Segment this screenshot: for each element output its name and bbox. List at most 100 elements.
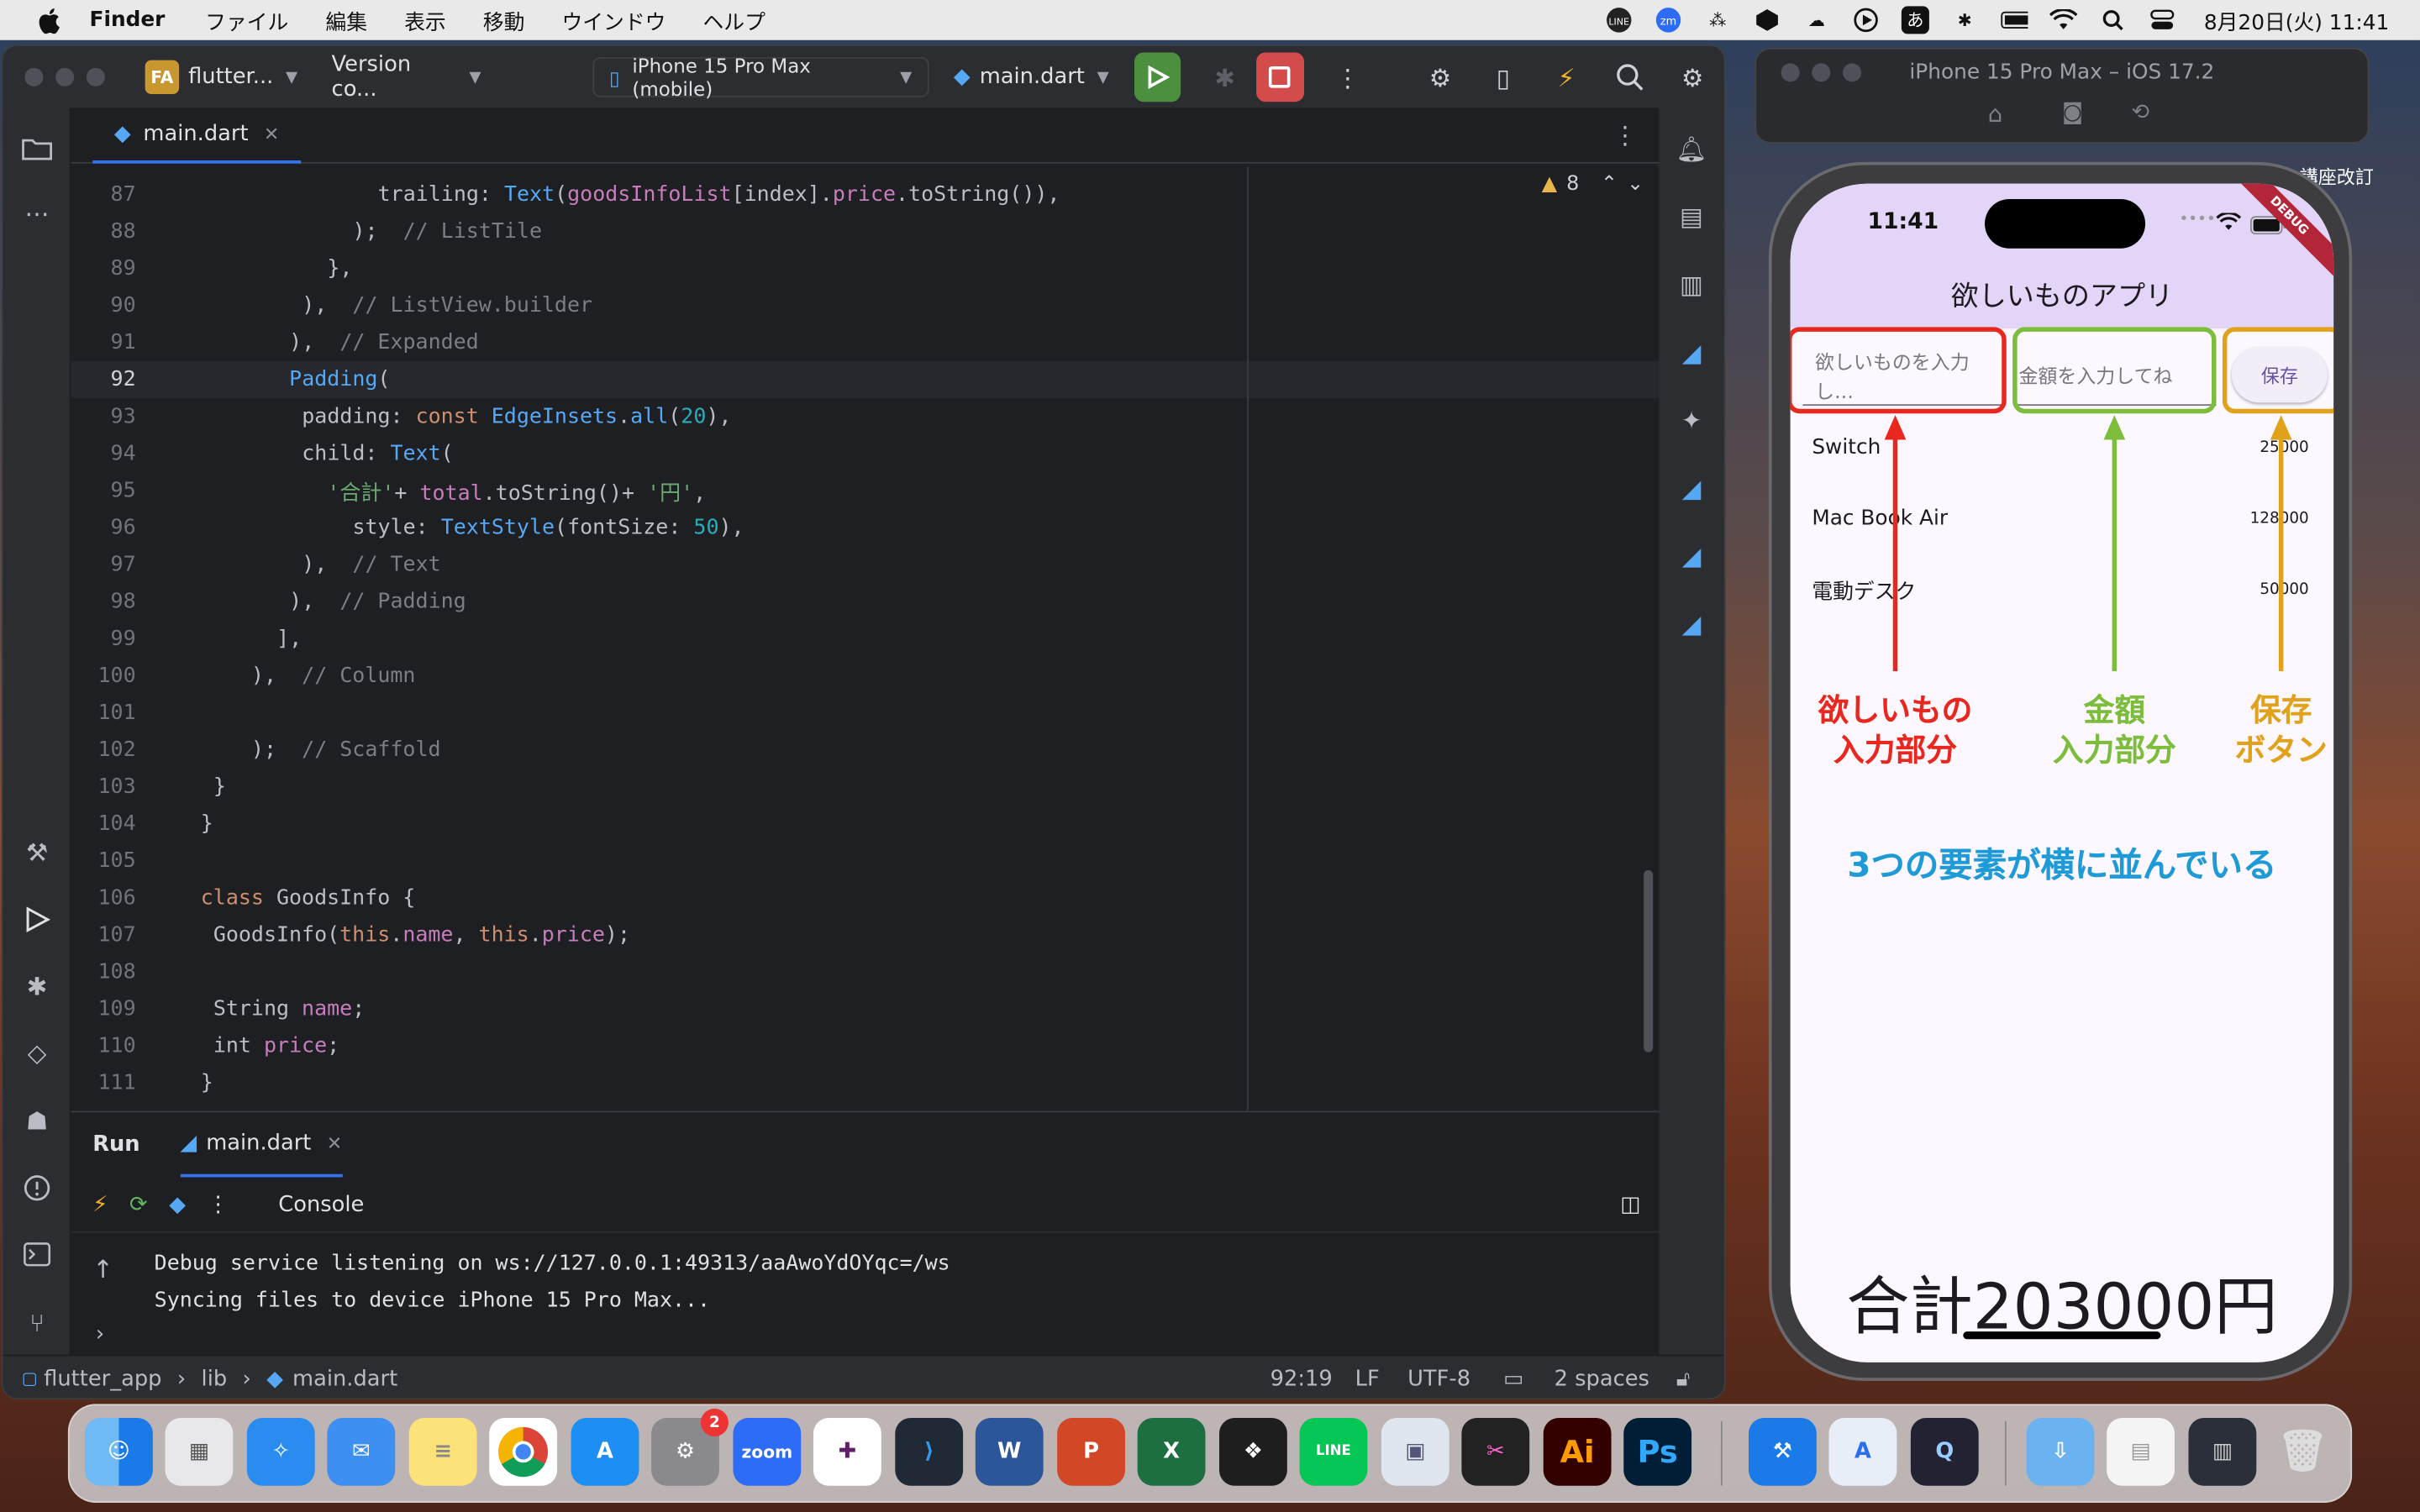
zoom-icon[interactable]: zoom xyxy=(733,1417,802,1486)
code-line[interactable]: 97), // Text xyxy=(71,546,1659,583)
stop-button[interactable] xyxy=(1256,52,1304,102)
powerpoint-icon[interactable]: P xyxy=(1057,1417,1125,1486)
zoom-status-icon[interactable]: zm xyxy=(1655,6,1682,34)
search-icon[interactable] xyxy=(1608,55,1649,98)
code-line[interactable]: 106 class GoodsInfo { xyxy=(71,879,1659,916)
wifi-icon[interactable] xyxy=(2049,6,2078,34)
expand-icon[interactable]: › xyxy=(96,1322,104,1347)
slack-icon[interactable]: ✚ xyxy=(813,1417,881,1486)
terminal-icon[interactable] xyxy=(18,1236,55,1273)
quicktime-icon[interactable]: Q xyxy=(1910,1417,1979,1486)
creative-cloud-icon[interactable]: ☁ xyxy=(1802,6,1830,34)
vcs-selector[interactable]: Version co... ▼ xyxy=(332,52,481,102)
run-tab[interactable]: Run xyxy=(92,1132,139,1157)
settings-gear-icon[interactable]: ⚙ xyxy=(1671,55,1712,98)
figma-icon[interactable]: ❖ xyxy=(1219,1417,1287,1486)
cat-icon[interactable]: ☗ xyxy=(18,1101,55,1138)
line-separator[interactable]: LF xyxy=(1355,1366,1380,1390)
home-icon[interactable]: ⌂ xyxy=(1988,100,2003,128)
menu-go[interactable]: 移動 xyxy=(483,5,525,35)
device-selector[interactable]: ▯ iPhone 15 Pro Max (mobile) ▼ xyxy=(592,54,929,100)
notes-icon[interactable]: ≡ xyxy=(408,1417,477,1486)
more-vertical-icon[interactable]: ⋮ xyxy=(1612,120,1637,150)
code-line[interactable]: 105 xyxy=(71,843,1659,879)
illustrator-icon[interactable]: Ai xyxy=(1543,1417,1612,1486)
sparkle-icon[interactable]: ✦ xyxy=(1673,402,1710,438)
code-line[interactable]: 102); // Scaffold xyxy=(71,732,1659,769)
breadcrumb-file[interactable]: main.dart xyxy=(292,1366,397,1390)
excel-icon[interactable]: X xyxy=(1137,1417,1206,1486)
zoom-window-button[interactable] xyxy=(86,67,105,87)
build-icon[interactable]: ⚒ xyxy=(18,833,55,870)
flutter-inspector-icon[interactable]: ◢ xyxy=(1673,333,1710,370)
battery-icon[interactable] xyxy=(2000,6,2028,34)
device-mirror-icon[interactable]: ▯ xyxy=(1482,55,1523,98)
code-line[interactable]: 109 String name; xyxy=(71,990,1659,1027)
menu-edit[interactable]: 編集 xyxy=(325,5,367,35)
code-line[interactable]: 96 style: TextStyle(fontSize: 50), xyxy=(71,509,1659,546)
device-manager-icon[interactable]: ▤ xyxy=(1673,197,1710,234)
code-line[interactable]: 92 Padding( xyxy=(71,360,1660,398)
close-tab-icon[interactable]: ✕ xyxy=(327,1132,342,1154)
code-line[interactable]: 87 trailing: Text(goodsInfoList[index].pr… xyxy=(71,176,1659,213)
code-line[interactable]: 89}, xyxy=(71,250,1659,287)
code-line[interactable]: 100), // Column xyxy=(71,657,1659,694)
code-line[interactable]: 107 GoodsInfo(this.name, this.price); xyxy=(71,916,1659,953)
code-line[interactable]: 110 int price; xyxy=(71,1027,1659,1064)
mail-icon[interactable]: ✉ xyxy=(327,1417,396,1486)
close-window-button[interactable] xyxy=(24,67,44,87)
home-indicator[interactable] xyxy=(1963,1331,2161,1340)
folder-icon[interactable] xyxy=(18,129,55,166)
code-line[interactable]: 93 padding: const EdgeInsets.all(20), xyxy=(71,398,1659,435)
recent-doc-icon[interactable]: ▤ xyxy=(2107,1417,2175,1486)
code-line[interactable]: 108 xyxy=(71,953,1659,990)
hexagon-status-icon[interactable] xyxy=(1754,6,1781,34)
devtools-icon[interactable]: ◆ xyxy=(169,1192,186,1216)
safari-icon[interactable]: ✧ xyxy=(246,1417,315,1486)
line-status-icon[interactable]: LINE xyxy=(1605,6,1633,34)
indent-setting[interactable]: 2 spaces xyxy=(1555,1366,1649,1390)
finder-icon[interactable]: ☺ xyxy=(85,1417,153,1486)
caret-position[interactable]: 92:19 xyxy=(1270,1366,1333,1390)
line-icon[interactable]: LINE xyxy=(1299,1417,1368,1486)
breadcrumb-lib[interactable]: lib xyxy=(202,1366,228,1390)
launchpad-icon[interactable]: ▦ xyxy=(165,1417,234,1486)
notifications-bell-icon[interactable]: 🔔︎ xyxy=(1673,129,1710,166)
console-tab[interactable]: Console xyxy=(278,1192,364,1216)
menu-clock[interactable]: 8月20日(火) 11:41 xyxy=(2204,5,2389,35)
menu-window[interactable]: ウインドウ xyxy=(561,5,666,35)
flutter-devtools-icon[interactable]: ◢ xyxy=(1673,605,1710,642)
flutter-outline-icon[interactable]: ◢ xyxy=(1673,469,1710,506)
code-line[interactable]: 98), // Padding xyxy=(71,583,1659,620)
breadcrumb-project[interactable]: flutter_app xyxy=(44,1366,161,1390)
clipboard-icon[interactable]: ▥ xyxy=(1673,265,1710,302)
apple-icon[interactable] xyxy=(34,6,61,34)
debug-icon[interactable]: ✱ xyxy=(1204,55,1245,98)
final-cut-icon[interactable]: ✂ xyxy=(1461,1417,1530,1486)
code-line[interactable]: 95 '合計'+ total.toString()+ '円', xyxy=(71,472,1659,509)
code-line[interactable]: 94 child: Text( xyxy=(71,435,1659,472)
minimize-window-button[interactable] xyxy=(55,67,75,87)
menu-file[interactable]: ファイル xyxy=(205,5,288,35)
close-tab-icon[interactable]: ✕ xyxy=(264,123,279,144)
trash-icon[interactable]: 🗑︎ xyxy=(2269,1418,2337,1486)
bluetooth-icon[interactable]: ✱ xyxy=(1951,6,1979,34)
console-output[interactable]: Debug service listening on ws://127.0.0.… xyxy=(155,1245,950,1319)
hot-reload-icon[interactable]: ⚡ xyxy=(92,1192,108,1216)
run-button[interactable] xyxy=(1134,52,1181,102)
code-line[interactable]: 103} xyxy=(71,769,1659,806)
spotlight-search-icon[interactable] xyxy=(2099,6,2127,34)
tab-main-dart[interactable]: ◆ main.dart ✕ xyxy=(92,108,302,163)
hot-restart-icon[interactable]: ⟳ xyxy=(129,1192,148,1216)
xcode-icon[interactable]: ⚒ xyxy=(1749,1417,1817,1486)
attach-debugger-icon[interactable]: ⚙ xyxy=(1419,55,1460,98)
gem-icon[interactable]: ◇ xyxy=(18,1034,55,1071)
app-store-icon[interactable]: A xyxy=(571,1417,639,1486)
menu-app-name[interactable]: Finder xyxy=(90,8,166,32)
more-vertical-icon[interactable]: ⋮ xyxy=(208,1192,229,1216)
menu-view[interactable]: 表示 xyxy=(404,5,446,35)
more-vertical-icon[interactable]: ⋮ xyxy=(1327,55,1368,98)
flutter-performance-icon[interactable]: ◢ xyxy=(1673,537,1710,574)
code-line[interactable]: 88); // ListTile xyxy=(71,213,1659,249)
code-line[interactable]: 101 xyxy=(71,695,1659,732)
